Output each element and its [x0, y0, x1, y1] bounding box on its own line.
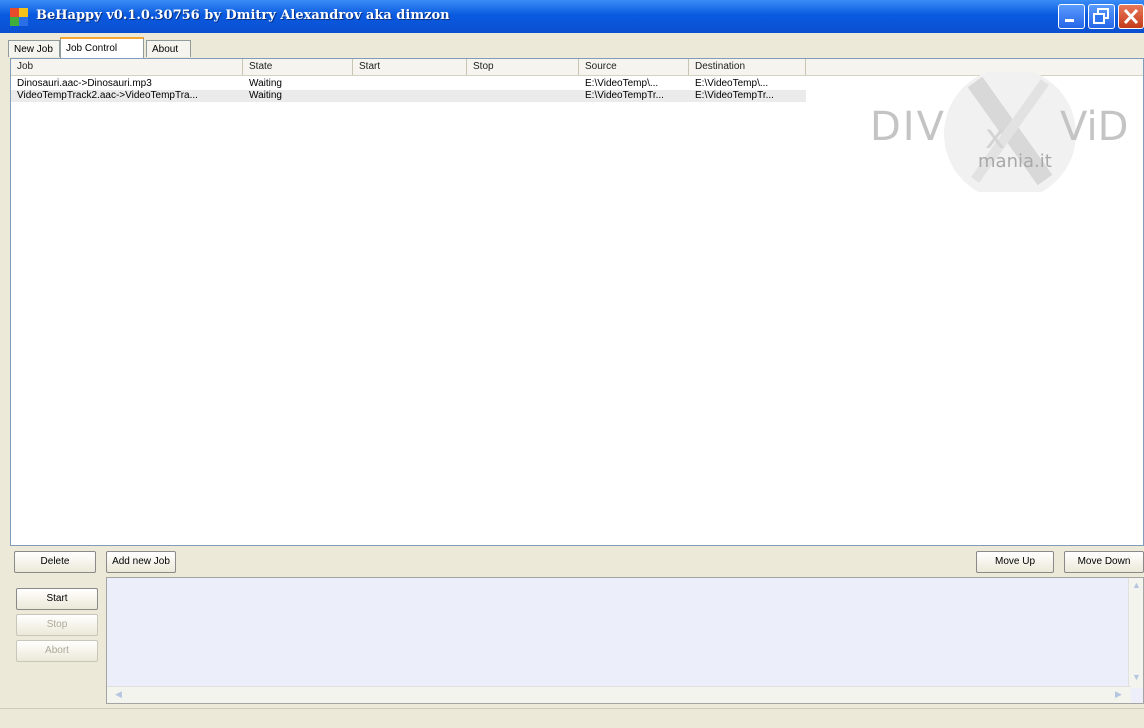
cell-state: Waiting [249, 78, 282, 89]
move-up-button[interactable]: Move Up [976, 551, 1054, 573]
column-header-state[interactable]: State [243, 59, 353, 75]
scroll-right-icon[interactable]: ▶ [1115, 689, 1122, 700]
table-row[interactable]: Dinosauri.aac->Dinosauri.mp3 Waiting E:\… [11, 78, 806, 90]
scroll-down-icon[interactable]: ▼ [1132, 672, 1141, 682]
stop-button[interactable]: Stop [16, 614, 98, 636]
scroll-left-icon[interactable]: ◀ [115, 689, 122, 700]
close-icon [1123, 8, 1139, 25]
title-bar: BeHappy v0.1.0.30756 by Dmitry Alexandro… [0, 0, 1144, 33]
abort-button[interactable]: Abort [16, 640, 98, 662]
column-header-source[interactable]: Source [579, 59, 689, 75]
column-header-destination[interactable]: Destination [689, 59, 806, 75]
maximize-icon [1093, 8, 1109, 24]
tab-job-control[interactable]: Job Control [60, 37, 144, 58]
log-horizontal-scrollbar[interactable]: ◀ ▶ [107, 686, 1131, 703]
scroll-up-icon[interactable]: ▲ [1132, 580, 1141, 590]
delete-button[interactable]: Delete [14, 551, 96, 573]
column-header-start[interactable]: Start [353, 59, 467, 75]
window-title: BeHappy v0.1.0.30756 by Dmitry Alexandro… [36, 8, 450, 23]
column-header-job[interactable]: Job [11, 59, 243, 75]
cell-job: VideoTempTrack2.aac->VideoTempTra... [17, 90, 198, 101]
cell-destination: E:\VideoTemp\... [695, 78, 769, 89]
log-vertical-scrollbar[interactable]: ▲ ▼ [1128, 578, 1143, 688]
cell-state: Waiting [249, 90, 282, 101]
add-new-job-button[interactable]: Add new Job [106, 551, 176, 573]
svg-text:DIV: DIV [870, 104, 946, 150]
cell-job: Dinosauri.aac->Dinosauri.mp3 [17, 78, 152, 89]
tab-about[interactable]: About [146, 40, 191, 57]
minimize-button[interactable] [1058, 4, 1085, 29]
maximize-button[interactable] [1088, 4, 1115, 29]
divxvid-mania-logo: DIV ViD x mania.it [870, 72, 1128, 192]
log-output[interactable]: ▲ ▼ ◀ ▶ [106, 577, 1144, 704]
svg-text:mania.it: mania.it [978, 151, 1052, 172]
status-bar [0, 708, 1144, 728]
move-down-button[interactable]: Move Down [1064, 551, 1144, 573]
close-button[interactable] [1118, 4, 1144, 29]
table-row[interactable]: VideoTempTrack2.aac->VideoTempTra... Wai… [11, 90, 806, 102]
start-button[interactable]: Start [16, 588, 98, 610]
minimize-icon [1065, 19, 1074, 22]
cell-source: E:\VideoTemp\... [585, 78, 659, 89]
cell-source: E:\VideoTempTr... [585, 90, 664, 101]
column-header-stop[interactable]: Stop [467, 59, 579, 75]
svg-text:ViD: ViD [1060, 104, 1128, 150]
cell-destination: E:\VideoTempTr... [695, 90, 774, 101]
tab-new-job[interactable]: New Job [8, 40, 60, 57]
app-icon [10, 8, 28, 26]
